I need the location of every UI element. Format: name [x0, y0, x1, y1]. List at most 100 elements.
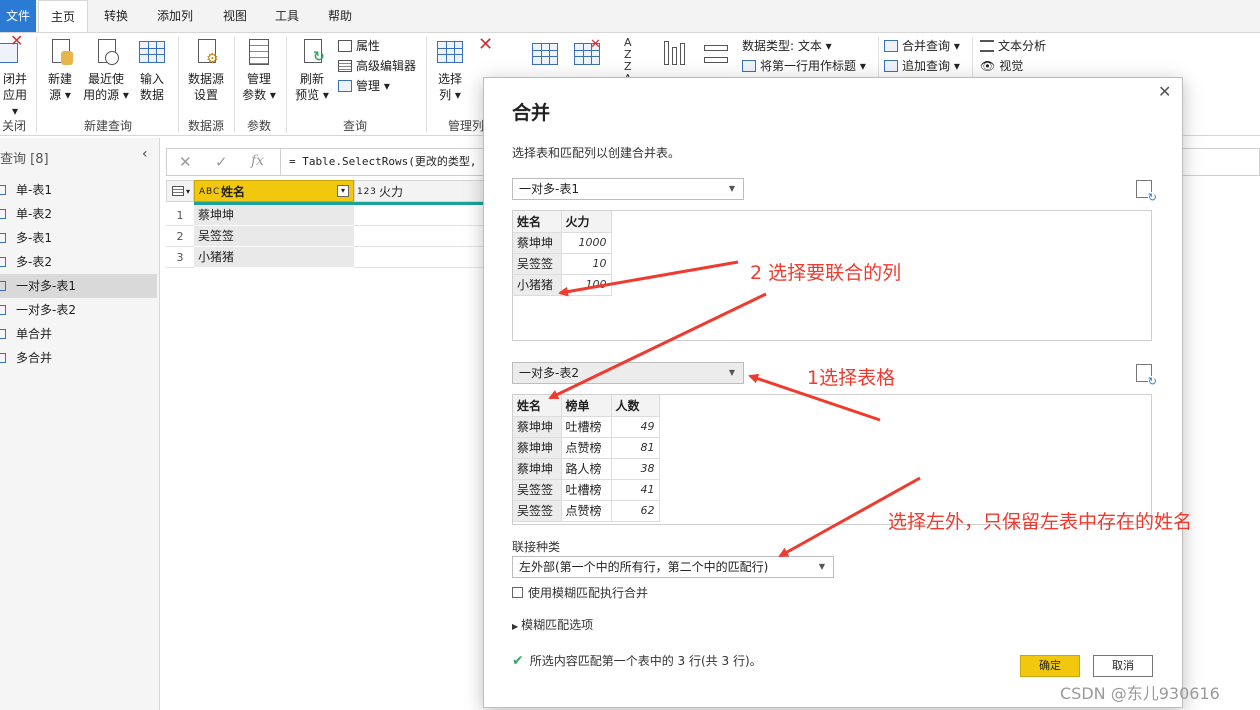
- fuzzy-match-checkbox[interactable]: 使用模糊匹配执行合并: [512, 584, 648, 601]
- preview-cell: 10: [561, 253, 612, 275]
- group-label-manage-cols: 管理列: [448, 119, 485, 133]
- vision-button[interactable]: 👁 视觉: [980, 57, 1023, 75]
- preview-row: 蔡坤坤 吐槽榜 49: [513, 416, 660, 438]
- query-item[interactable]: 多-表2: [0, 250, 157, 274]
- query-item[interactable]: 多-表1: [0, 226, 157, 250]
- preview-cell: 49: [611, 416, 660, 438]
- enter-data-button[interactable]: 输入 数据: [134, 37, 170, 103]
- annotation-step-1: 1选择表格: [807, 367, 896, 389]
- refresh-preview-icon[interactable]: [1136, 180, 1157, 203]
- query-item-label: 一对多-表2: [16, 303, 76, 317]
- table-row[interactable]: 3 小猪猪: [166, 247, 494, 268]
- group-separator: [286, 37, 287, 133]
- text-analytics-button[interactable]: 文本分析: [980, 37, 1046, 55]
- watermark: CSDN @东儿930616: [1060, 684, 1220, 703]
- cell-name[interactable]: 吴签签: [194, 226, 354, 247]
- tab-view[interactable]: 视图: [212, 0, 258, 32]
- refresh-preview-button[interactable]: ↻ 刷新 预览 ▾: [290, 37, 334, 103]
- remove-columns-button[interactable]: ✕: [474, 36, 493, 71]
- refresh-preview-icon[interactable]: [1136, 364, 1157, 387]
- tab-help[interactable]: 帮助: [316, 0, 364, 32]
- tab-file[interactable]: 文件: [0, 0, 36, 32]
- column-header-hp[interactable]: 1 2 3 火力: [354, 180, 494, 202]
- table-row[interactable]: 2 吴签签: [166, 226, 494, 247]
- cancel-formula-icon[interactable]: ✕: [179, 153, 192, 171]
- query-item-label: 多-表2: [16, 255, 52, 269]
- preview-cell: 62: [611, 500, 660, 522]
- tab-home[interactable]: 主页: [38, 0, 88, 33]
- query-item-label: 单-表1: [16, 183, 52, 197]
- group-label-data-source: 数据源: [187, 119, 224, 133]
- preview-column-header[interactable]: 姓名: [513, 395, 562, 417]
- first-row-header-icon: [742, 60, 756, 72]
- preview-cell: 100: [561, 274, 612, 296]
- query-item[interactable]: 单-表1: [0, 178, 157, 202]
- column-header-name[interactable]: A B C 姓名 ▾: [194, 180, 354, 202]
- tab-tools[interactable]: 工具: [264, 0, 310, 32]
- preview-column-header[interactable]: 榜单: [561, 395, 612, 417]
- group-separator: [426, 37, 427, 133]
- query-item[interactable]: 一对多-表1: [0, 274, 157, 298]
- second-table-select[interactable]: 一对多-表2 ▼: [512, 362, 744, 384]
- first-table: 姓名 火力 蔡坤坤 1000 吴签签 10 小猪猪 100: [513, 211, 612, 296]
- preview-cell: 蔡坤坤: [513, 416, 562, 438]
- choose-columns-button[interactable]: 选择 列 ▾: [432, 37, 468, 103]
- table-menu-icon[interactable]: ▾: [166, 180, 194, 202]
- query-item[interactable]: 一对多-表2: [0, 298, 157, 322]
- append-queries-button[interactable]: 追加查询 ▾: [884, 57, 960, 75]
- cell-hp[interactable]: [354, 226, 494, 247]
- ok-button[interactable]: 确定: [1020, 655, 1080, 677]
- commit-formula-icon[interactable]: ✓: [215, 153, 228, 171]
- keep-rows-icon: [530, 39, 564, 67]
- ribbon-tab-bar: 文件 主页 转换 添加列 视图 工具 帮助: [0, 0, 1260, 33]
- chevron-down-icon: ▼: [818, 562, 825, 571]
- new-source-button[interactable]: 新建 源 ▾: [42, 37, 78, 103]
- chevron-down-icon: ▼: [728, 184, 735, 193]
- data-source-settings-icon: ⚙: [191, 37, 221, 67]
- cancel-button[interactable]: 取消: [1093, 655, 1153, 677]
- fuzzy-options-toggle[interactable]: ▶ 模糊匹配选项: [512, 616, 593, 633]
- formula-input[interactable]: = Table.SelectRows(更改的类型,: [280, 149, 480, 175]
- column-filter-icon[interactable]: ▾: [337, 185, 349, 197]
- query-item[interactable]: 单合并: [0, 322, 157, 346]
- preview-column-header[interactable]: 火力: [561, 211, 612, 233]
- query-item[interactable]: 多合并: [0, 346, 157, 370]
- queries-pane: 查询 [8] ‹ 单-表1 单-表2 多-表1 多-表2 一对多-表1 一对多-表2 单合并…: [0, 138, 160, 710]
- preview-cell: 小猪猪: [513, 274, 562, 296]
- preview-cell: 38: [611, 458, 660, 480]
- advanced-editor-button[interactable]: 高级编辑器: [338, 57, 416, 75]
- collapse-pane-icon[interactable]: ‹: [142, 146, 148, 162]
- manage-params-button[interactable]: 管理 参数 ▾: [238, 37, 280, 103]
- query-item[interactable]: 单-表2: [0, 202, 157, 226]
- cell-hp[interactable]: [354, 247, 494, 268]
- tab-add-column[interactable]: 添加列: [146, 0, 204, 32]
- data-source-settings-button[interactable]: ⚙ 数据源 设置: [184, 37, 228, 103]
- advanced-editor-icon: [338, 60, 352, 72]
- join-kind-select[interactable]: 左外部(第一个中的所有行，第二个中的匹配行) ▼: [512, 556, 834, 578]
- recent-sources-button[interactable]: 最近使 用的源 ▾: [82, 37, 130, 103]
- manage-button[interactable]: 管理 ▾: [338, 77, 390, 95]
- first-row-header-button[interactable]: 将第一行用作标题 ▾: [742, 57, 866, 75]
- close-icon[interactable]: ✕: [1158, 82, 1171, 101]
- query-item-label: 多-表1: [16, 231, 52, 245]
- table-row[interactable]: 1 蔡坤坤: [166, 205, 494, 226]
- close-apply-button[interactable]: ✕ 闭并 应用 ▾: [0, 33, 30, 119]
- properties-button[interactable]: 属性: [338, 37, 380, 55]
- cell-hp[interactable]: [354, 205, 494, 226]
- fx-icon[interactable]: fx: [251, 153, 264, 169]
- merge-queries-button[interactable]: 合并查询 ▾: [884, 37, 960, 55]
- tab-transform[interactable]: 转换: [92, 0, 140, 32]
- first-table-select[interactable]: 一对多-表1 ▼: [512, 178, 744, 200]
- cell-name[interactable]: 蔡坤坤: [194, 205, 354, 226]
- preview-column-header[interactable]: 人数: [611, 395, 660, 417]
- preview-cell: 吴签签: [513, 500, 562, 522]
- cell-name[interactable]: 小猪猪: [194, 247, 354, 268]
- refresh-icon: ↻: [297, 37, 327, 67]
- preview-cell: 蔡坤坤: [513, 232, 562, 254]
- preview-column-header[interactable]: 姓名: [513, 211, 562, 233]
- table-icon: [0, 329, 6, 339]
- preview-row: 吴签签 吐槽榜 41: [513, 479, 660, 501]
- query-item-label: 单-表2: [16, 207, 52, 221]
- query-item-label: 一对多-表1: [16, 279, 76, 293]
- data-type-dropdown[interactable]: 数据类型: 文本 ▾: [742, 37, 832, 55]
